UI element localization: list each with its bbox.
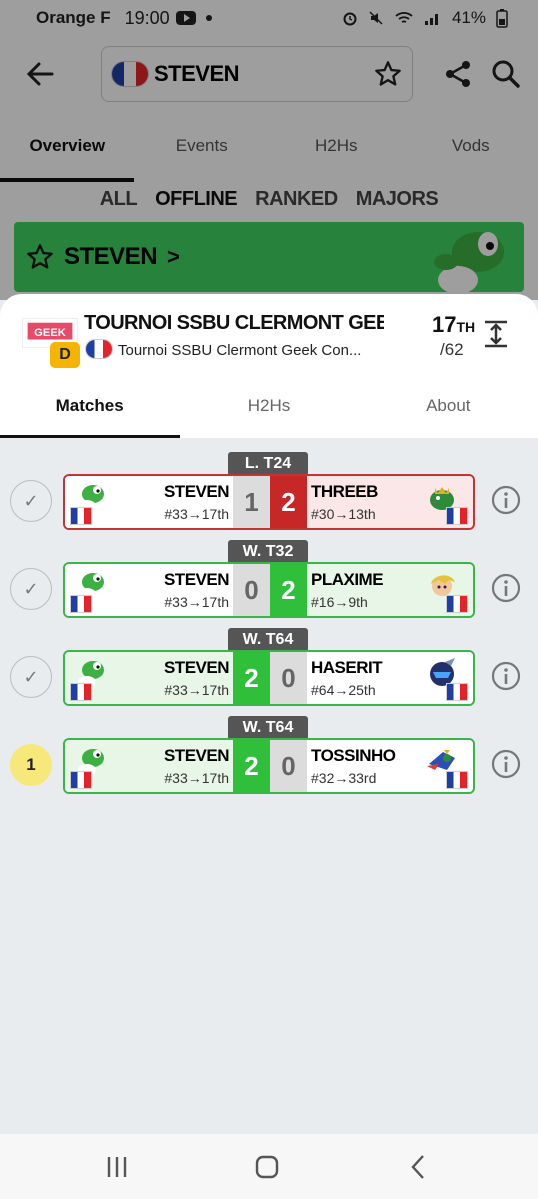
round-tag: W. T32 [228, 540, 308, 564]
player1-name: STEVEN [163, 482, 230, 501]
match-status-pending[interactable]: 1 [10, 744, 52, 786]
info-icon[interactable] [490, 660, 522, 692]
player2-seed: #30→13th [311, 506, 376, 522]
match-card[interactable]: STEVEN #33→17th 2 0 HASERIT #64→25th [63, 650, 475, 706]
sheet-tab-indicator [0, 435, 180, 438]
player1-side: STEVEN #33→17th [65, 652, 233, 704]
player1-name: STEVEN [163, 658, 230, 677]
tab-matches[interactable]: Matches [0, 378, 179, 438]
player2-seed: #32→33rd [311, 770, 377, 786]
france-flag-icon [71, 508, 91, 524]
player1-name: STEVEN [163, 570, 230, 589]
player1-seed: #33→17th [164, 506, 229, 522]
info-icon[interactable] [490, 748, 522, 780]
player2-side: TOSSINHO #32→33rd [307, 740, 473, 792]
round-tag: L. T24 [228, 452, 308, 476]
home-icon[interactable] [252, 1152, 282, 1182]
match-card[interactable]: STEVEN #33→17th 2 0 TOSSINHO #32→33rd [63, 738, 475, 794]
france-flag-icon [71, 772, 91, 788]
player2-score: 2 [270, 564, 307, 616]
player1-name: STEVEN [163, 746, 230, 765]
player2-score: 0 [270, 740, 307, 792]
expand-icon[interactable] [480, 318, 512, 350]
france-flag-icon [71, 596, 91, 612]
player2-name: HASERIT [311, 658, 383, 677]
tier-badge: D [50, 342, 80, 368]
match-row: W. T64 1 STEVEN #33→17th 2 0 TOSSINHO #3… [0, 716, 538, 804]
match-status-check[interactable]: ✓ [10, 480, 52, 522]
overlay-scrim[interactable] [0, 0, 538, 300]
player1-seed: #33→17th [164, 682, 229, 698]
entrant-total: /62 [440, 340, 464, 359]
placing: 17TH [432, 312, 475, 338]
france-flag-icon [447, 596, 467, 612]
back-nav-icon[interactable] [404, 1152, 434, 1182]
round-tag: W. T64 [228, 628, 308, 652]
player2-side: PLAXIME #16→9th [307, 564, 473, 616]
recent-apps-icon[interactable] [102, 1152, 132, 1182]
player1-side: STEVEN #33→17th [65, 564, 233, 616]
info-icon[interactable] [490, 484, 522, 516]
france-flag-icon [447, 684, 467, 700]
placing-suffix: TH [456, 319, 476, 335]
france-flag-icon [71, 684, 91, 700]
match-row: W. T32 ✓ STEVEN #33→17th 0 2 PLAXIME #16… [0, 540, 538, 628]
info-icon[interactable] [490, 572, 522, 604]
tournament-subtitle: Tournoi SSBU Clermont Geek Con... [118, 342, 362, 359]
tournament-sheet: GEEK D TOURNOI SSBU CLERMONT GEEK CON...… [0, 294, 538, 1134]
svg-text:GEEK: GEEK [34, 327, 66, 339]
player2-score: 0 [270, 652, 307, 704]
player2-side: THREEB #30→13th [307, 476, 473, 528]
match-card[interactable]: STEVEN #33→17th 0 2 PLAXIME #16→9th [63, 562, 475, 618]
player2-seed: #16→9th [311, 594, 368, 610]
match-row: W. T64 ✓ STEVEN #33→17th 2 0 HASERIT #64… [0, 628, 538, 716]
player1-seed: #33→17th [164, 594, 229, 610]
player1-score: 2 [233, 652, 270, 704]
player2-name: THREEB [311, 482, 378, 501]
player1-score: 1 [233, 476, 270, 528]
player1-score: 2 [233, 740, 270, 792]
system-nav-bar [0, 1134, 538, 1199]
player2-name: TOSSINHO [311, 746, 396, 765]
player1-score: 0 [233, 564, 270, 616]
france-flag-icon [86, 340, 112, 358]
sheet-tabs: Matches H2Hs About [0, 378, 538, 438]
match-status-check[interactable]: ✓ [10, 568, 52, 610]
round-tag: W. T64 [228, 716, 308, 740]
player2-seed: #64→25th [311, 682, 376, 698]
tab-about[interactable]: About [359, 378, 538, 438]
tournament-header: GEEK D TOURNOI SSBU CLERMONT GEEK CON...… [0, 294, 538, 438]
player1-seed: #33→17th [164, 770, 229, 786]
player2-side: HASERIT #64→25th [307, 652, 473, 704]
player1-side: STEVEN #33→17th [65, 476, 233, 528]
tournament-title: TOURNOI SSBU CLERMONT GEEK CON... [84, 312, 384, 334]
tab-sheet-h2hs[interactable]: H2Hs [179, 378, 358, 438]
placing-number: 17 [432, 312, 457, 337]
match-row: L. T24 ✓ STEVEN #33→17th 1 2 THREEB #30→… [0, 452, 538, 540]
france-flag-icon [447, 508, 467, 524]
player1-side: STEVEN #33→17th [65, 740, 233, 792]
match-card[interactable]: STEVEN #33→17th 1 2 THREEB #30→13th [63, 474, 475, 530]
player2-name: PLAXIME [311, 570, 384, 589]
france-flag-icon [447, 772, 467, 788]
player2-score: 2 [270, 476, 307, 528]
match-status-check[interactable]: ✓ [10, 656, 52, 698]
